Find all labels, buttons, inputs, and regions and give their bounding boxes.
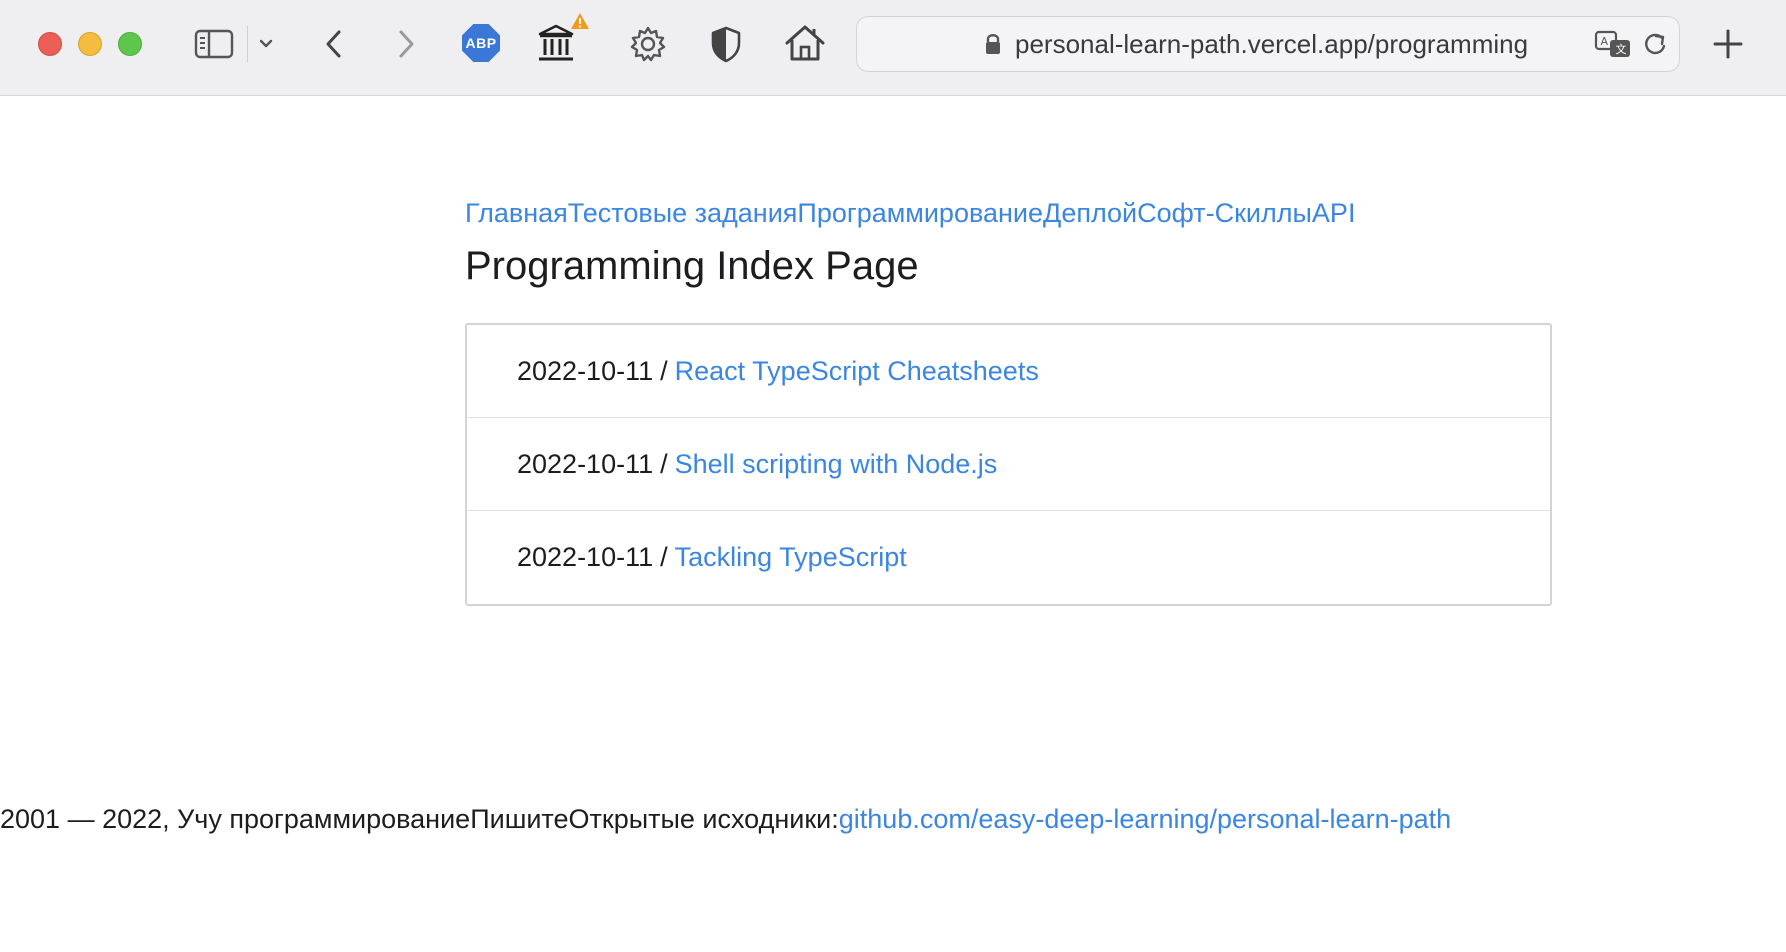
toolbar-divider: [247, 26, 248, 62]
lock-icon: [983, 31, 1003, 57]
site-nav: ГлавнаяТестовые заданияПрограммированиеД…: [465, 198, 1355, 229]
abp-icon[interactable]: ABP: [462, 24, 500, 62]
post-link[interactable]: React TypeScript Cheatsheets: [675, 356, 1039, 387]
gear-icon[interactable]: [628, 24, 668, 64]
post-separator: /: [660, 542, 668, 572]
post-item: 2022-10-11 / Shell scripting with Node.j…: [467, 418, 1550, 511]
post-list: 2022-10-11 / React TypeScript Cheatsheet…: [465, 323, 1552, 606]
sidebar-icon[interactable]: [192, 24, 236, 64]
shield-icon[interactable]: [708, 24, 744, 64]
nav-link-test-tasks[interactable]: Тестовые задания: [568, 198, 798, 228]
post-link[interactable]: Tackling TypeScript: [675, 542, 907, 573]
nav-link-programming[interactable]: Программирование: [797, 198, 1043, 228]
translate-icon[interactable]: A 文: [1593, 27, 1633, 61]
address-url[interactable]: personal-learn-path.vercel.app/programmi…: [1015, 29, 1528, 60]
svg-text:A: A: [1601, 35, 1609, 48]
nav-link-soft-skills[interactable]: Софт-Скиллы: [1137, 198, 1312, 228]
warning-icon: [570, 12, 590, 30]
home-icon[interactable]: [784, 22, 826, 64]
post-separator: /: [660, 355, 668, 386]
new-tab-icon[interactable]: [1708, 24, 1748, 64]
footer-copyright: 2001 — 2022, Учу программирование: [0, 804, 471, 834]
nav-link-home[interactable]: Главная: [465, 198, 568, 228]
post-link[interactable]: Shell scripting with Node.js: [675, 449, 998, 480]
post-separator: /: [660, 448, 668, 479]
post-item: 2022-10-11 / Tackling TypeScript: [467, 511, 1550, 604]
zoom-window-button[interactable]: [118, 32, 142, 56]
post-date: 2022-10-11: [517, 355, 654, 386]
browser-toolbar: ABP personal-learn-path.vercel.app/progr…: [0, 0, 1786, 96]
nav-link-deploy[interactable]: Деплой: [1043, 198, 1137, 228]
footer-open-source-label: Открытые исходники:: [568, 804, 839, 834]
post-item: 2022-10-11 / React TypeScript Cheatsheet…: [467, 325, 1550, 418]
post-date: 2022-10-11: [517, 448, 654, 479]
page-footer: 2001 — 2022, Учу программированиеПишитеО…: [0, 804, 1451, 835]
forward-icon[interactable]: [392, 24, 420, 64]
nav-link-api[interactable]: API: [1312, 198, 1356, 228]
page-title: Programming Index Page: [465, 244, 919, 288]
footer-repo-link[interactable]: github.com/easy-deep-learning/personal-l…: [839, 804, 1451, 834]
minimize-window-button[interactable]: [78, 32, 102, 56]
footer-write: Пишите: [470, 804, 569, 834]
address-bar[interactable]: personal-learn-path.vercel.app/programmi…: [856, 16, 1680, 72]
reload-icon[interactable]: [1641, 29, 1669, 59]
post-date: 2022-10-11: [517, 542, 654, 572]
back-icon[interactable]: [320, 24, 348, 64]
close-window-button[interactable]: [38, 32, 62, 56]
chevron-down-icon[interactable]: [256, 34, 276, 54]
svg-text:文: 文: [1616, 42, 1627, 56]
